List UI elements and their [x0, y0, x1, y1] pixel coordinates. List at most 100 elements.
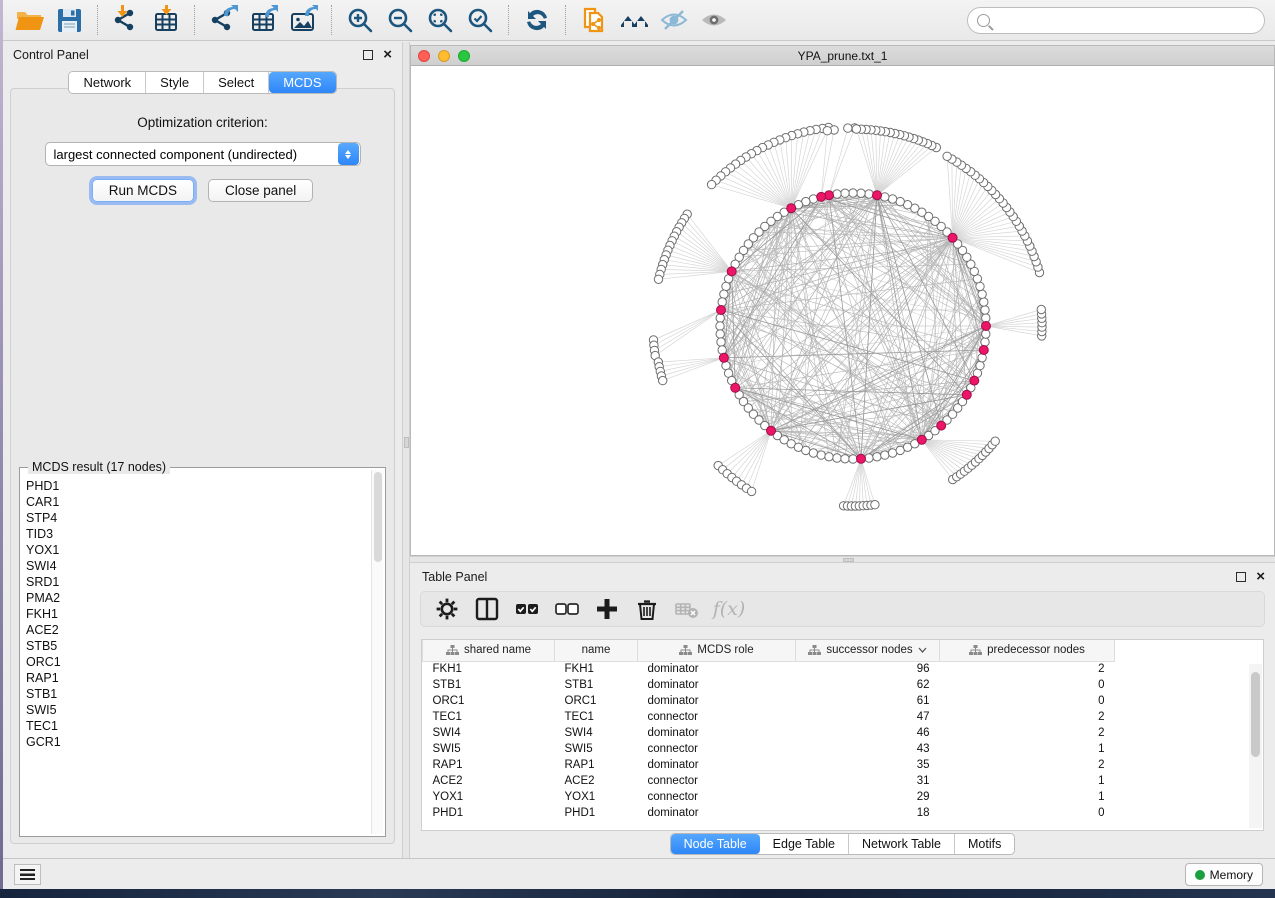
- table-cell[interactable]: dominator: [638, 805, 796, 821]
- save-session-button[interactable]: [49, 3, 89, 37]
- mcds-result-item[interactable]: STP4: [26, 510, 370, 526]
- table-cell[interactable]: YOX1: [423, 789, 555, 805]
- table-row[interactable]: TEC1TEC1connector472: [423, 709, 1115, 725]
- table-cell[interactable]: 96: [796, 661, 940, 677]
- table-cell[interactable]: FKH1: [423, 661, 555, 677]
- table-cell[interactable]: 2: [940, 661, 1115, 677]
- table-cell[interactable]: 31: [796, 773, 940, 789]
- table-cell[interactable]: SWI5: [555, 741, 638, 757]
- table-cell[interactable]: 2: [940, 757, 1115, 773]
- select-all-button[interactable]: [509, 594, 545, 624]
- mcds-result-item[interactable]: TEC1: [26, 718, 370, 734]
- mcds-result-item[interactable]: CAR1: [26, 494, 370, 510]
- table-cell[interactable]: 46: [796, 725, 940, 741]
- table-cell[interactable]: dominator: [638, 693, 796, 709]
- mcds-result-item[interactable]: TID3: [26, 526, 370, 542]
- table-cell[interactable]: 35: [796, 757, 940, 773]
- table-cell[interactable]: ORC1: [423, 693, 555, 709]
- column-header-successor-nodes[interactable]: successor nodes: [796, 640, 940, 661]
- mcds-result-item[interactable]: PHD1: [26, 478, 370, 494]
- table-cell[interactable]: dominator: [638, 757, 796, 773]
- table-row[interactable]: RAP1RAP1dominator352: [423, 757, 1115, 773]
- vertical-splitter[interactable]: [402, 42, 410, 858]
- duplicate-network-button[interactable]: [574, 3, 614, 37]
- criterion-select[interactable]: largest connected component (undirected): [45, 142, 361, 166]
- table-cell[interactable]: 1: [940, 773, 1115, 789]
- gear-button[interactable]: [429, 594, 465, 624]
- table-cell[interactable]: RAP1: [555, 757, 638, 773]
- table-cell[interactable]: connector: [638, 741, 796, 757]
- close-panel-icon[interactable]: ×: [383, 50, 392, 60]
- mcds-result-item[interactable]: STB5: [26, 638, 370, 654]
- mcds-result-item[interactable]: RAP1: [26, 670, 370, 686]
- mcds-result-item[interactable]: ACE2: [26, 622, 370, 638]
- mcds-result-item[interactable]: SWI5: [26, 702, 370, 718]
- tab-style[interactable]: Style: [146, 72, 204, 93]
- search-box[interactable]: [967, 7, 1265, 34]
- mcds-result-item[interactable]: GCR1: [26, 734, 370, 750]
- column-header-shared-name[interactable]: shared name: [423, 640, 555, 661]
- mcds-result-item[interactable]: SRD1: [26, 574, 370, 590]
- table-cell[interactable]: 0: [940, 693, 1115, 709]
- table-cell[interactable]: SWI4: [423, 725, 555, 741]
- mcds-result-item[interactable]: STB1: [26, 686, 370, 702]
- close-panel-button[interactable]: Close panel: [208, 179, 313, 202]
- table-cell[interactable]: 43: [796, 741, 940, 757]
- first-neighbors-button[interactable]: [614, 3, 654, 37]
- run-mcds-button[interactable]: Run MCDS: [92, 179, 194, 202]
- splitter-grip[interactable]: [404, 437, 409, 448]
- table-cell[interactable]: SWI5: [423, 741, 555, 757]
- mcds-result-item[interactable]: YOX1: [26, 542, 370, 558]
- table-cell[interactable]: PHD1: [555, 805, 638, 821]
- search-input[interactable]: [996, 13, 1255, 28]
- hide-selected-button[interactable]: [654, 3, 694, 37]
- mcds-list-scrollbar[interactable]: [371, 470, 383, 834]
- export-image-button[interactable]: [283, 3, 323, 37]
- mcds-result-item[interactable]: ORC1: [26, 654, 370, 670]
- table-row[interactable]: SWI5SWI5connector431: [423, 741, 1115, 757]
- zoom-selected-button[interactable]: [460, 3, 500, 37]
- table-cell[interactable]: ACE2: [423, 773, 555, 789]
- table-cell[interactable]: 2: [940, 725, 1115, 741]
- table-cell[interactable]: connector: [638, 709, 796, 725]
- table-cell[interactable]: FKH1: [555, 661, 638, 677]
- function-button[interactable]: f(x): [709, 594, 745, 624]
- table-cell[interactable]: dominator: [638, 661, 796, 677]
- open-file-button[interactable]: [9, 3, 49, 37]
- table-cell[interactable]: YOX1: [555, 789, 638, 805]
- float-panel-icon[interactable]: [1236, 572, 1246, 582]
- export-network-button[interactable]: [203, 3, 243, 37]
- tab-motifs[interactable]: Motifs: [955, 834, 1014, 854]
- table-cell[interactable]: STB1: [423, 677, 555, 693]
- import-table-button[interactable]: [146, 3, 186, 37]
- table-cell[interactable]: PHD1: [423, 805, 555, 821]
- table-row[interactable]: FKH1FKH1dominator962: [423, 661, 1115, 677]
- add-button[interactable]: [589, 594, 625, 624]
- columns-button[interactable]: [469, 594, 505, 624]
- mcds-result-item[interactable]: FKH1: [26, 606, 370, 622]
- table-cell[interactable]: TEC1: [423, 709, 555, 725]
- table-cell[interactable]: 0: [940, 677, 1115, 693]
- network-canvas[interactable]: [411, 67, 1274, 555]
- tab-network[interactable]: Network: [69, 72, 146, 93]
- table-cell[interactable]: 1: [940, 789, 1115, 805]
- tab-mcds[interactable]: MCDS: [269, 72, 335, 93]
- tab-node-table[interactable]: Node Table: [671, 834, 760, 854]
- destroy-table-button[interactable]: [669, 594, 705, 624]
- table-cell[interactable]: 61: [796, 693, 940, 709]
- table-cell[interactable]: TEC1: [555, 709, 638, 725]
- import-network-button[interactable]: [106, 3, 146, 37]
- table-row[interactable]: YOX1YOX1connector291: [423, 789, 1115, 805]
- delete-button[interactable]: [629, 594, 665, 624]
- table-row[interactable]: SWI4SWI4dominator462: [423, 725, 1115, 741]
- close-panel-icon[interactable]: ×: [1256, 572, 1265, 582]
- column-header-name[interactable]: name: [555, 640, 638, 661]
- zoom-fit-button[interactable]: [420, 3, 460, 37]
- table-cell[interactable]: 0: [940, 805, 1115, 821]
- table-cell[interactable]: ORC1: [555, 693, 638, 709]
- mcds-result-item[interactable]: SWI4: [26, 558, 370, 574]
- table-cell[interactable]: 47: [796, 709, 940, 725]
- export-table-button[interactable]: [243, 3, 283, 37]
- zoom-in-button[interactable]: [340, 3, 380, 37]
- table-cell[interactable]: 18: [796, 805, 940, 821]
